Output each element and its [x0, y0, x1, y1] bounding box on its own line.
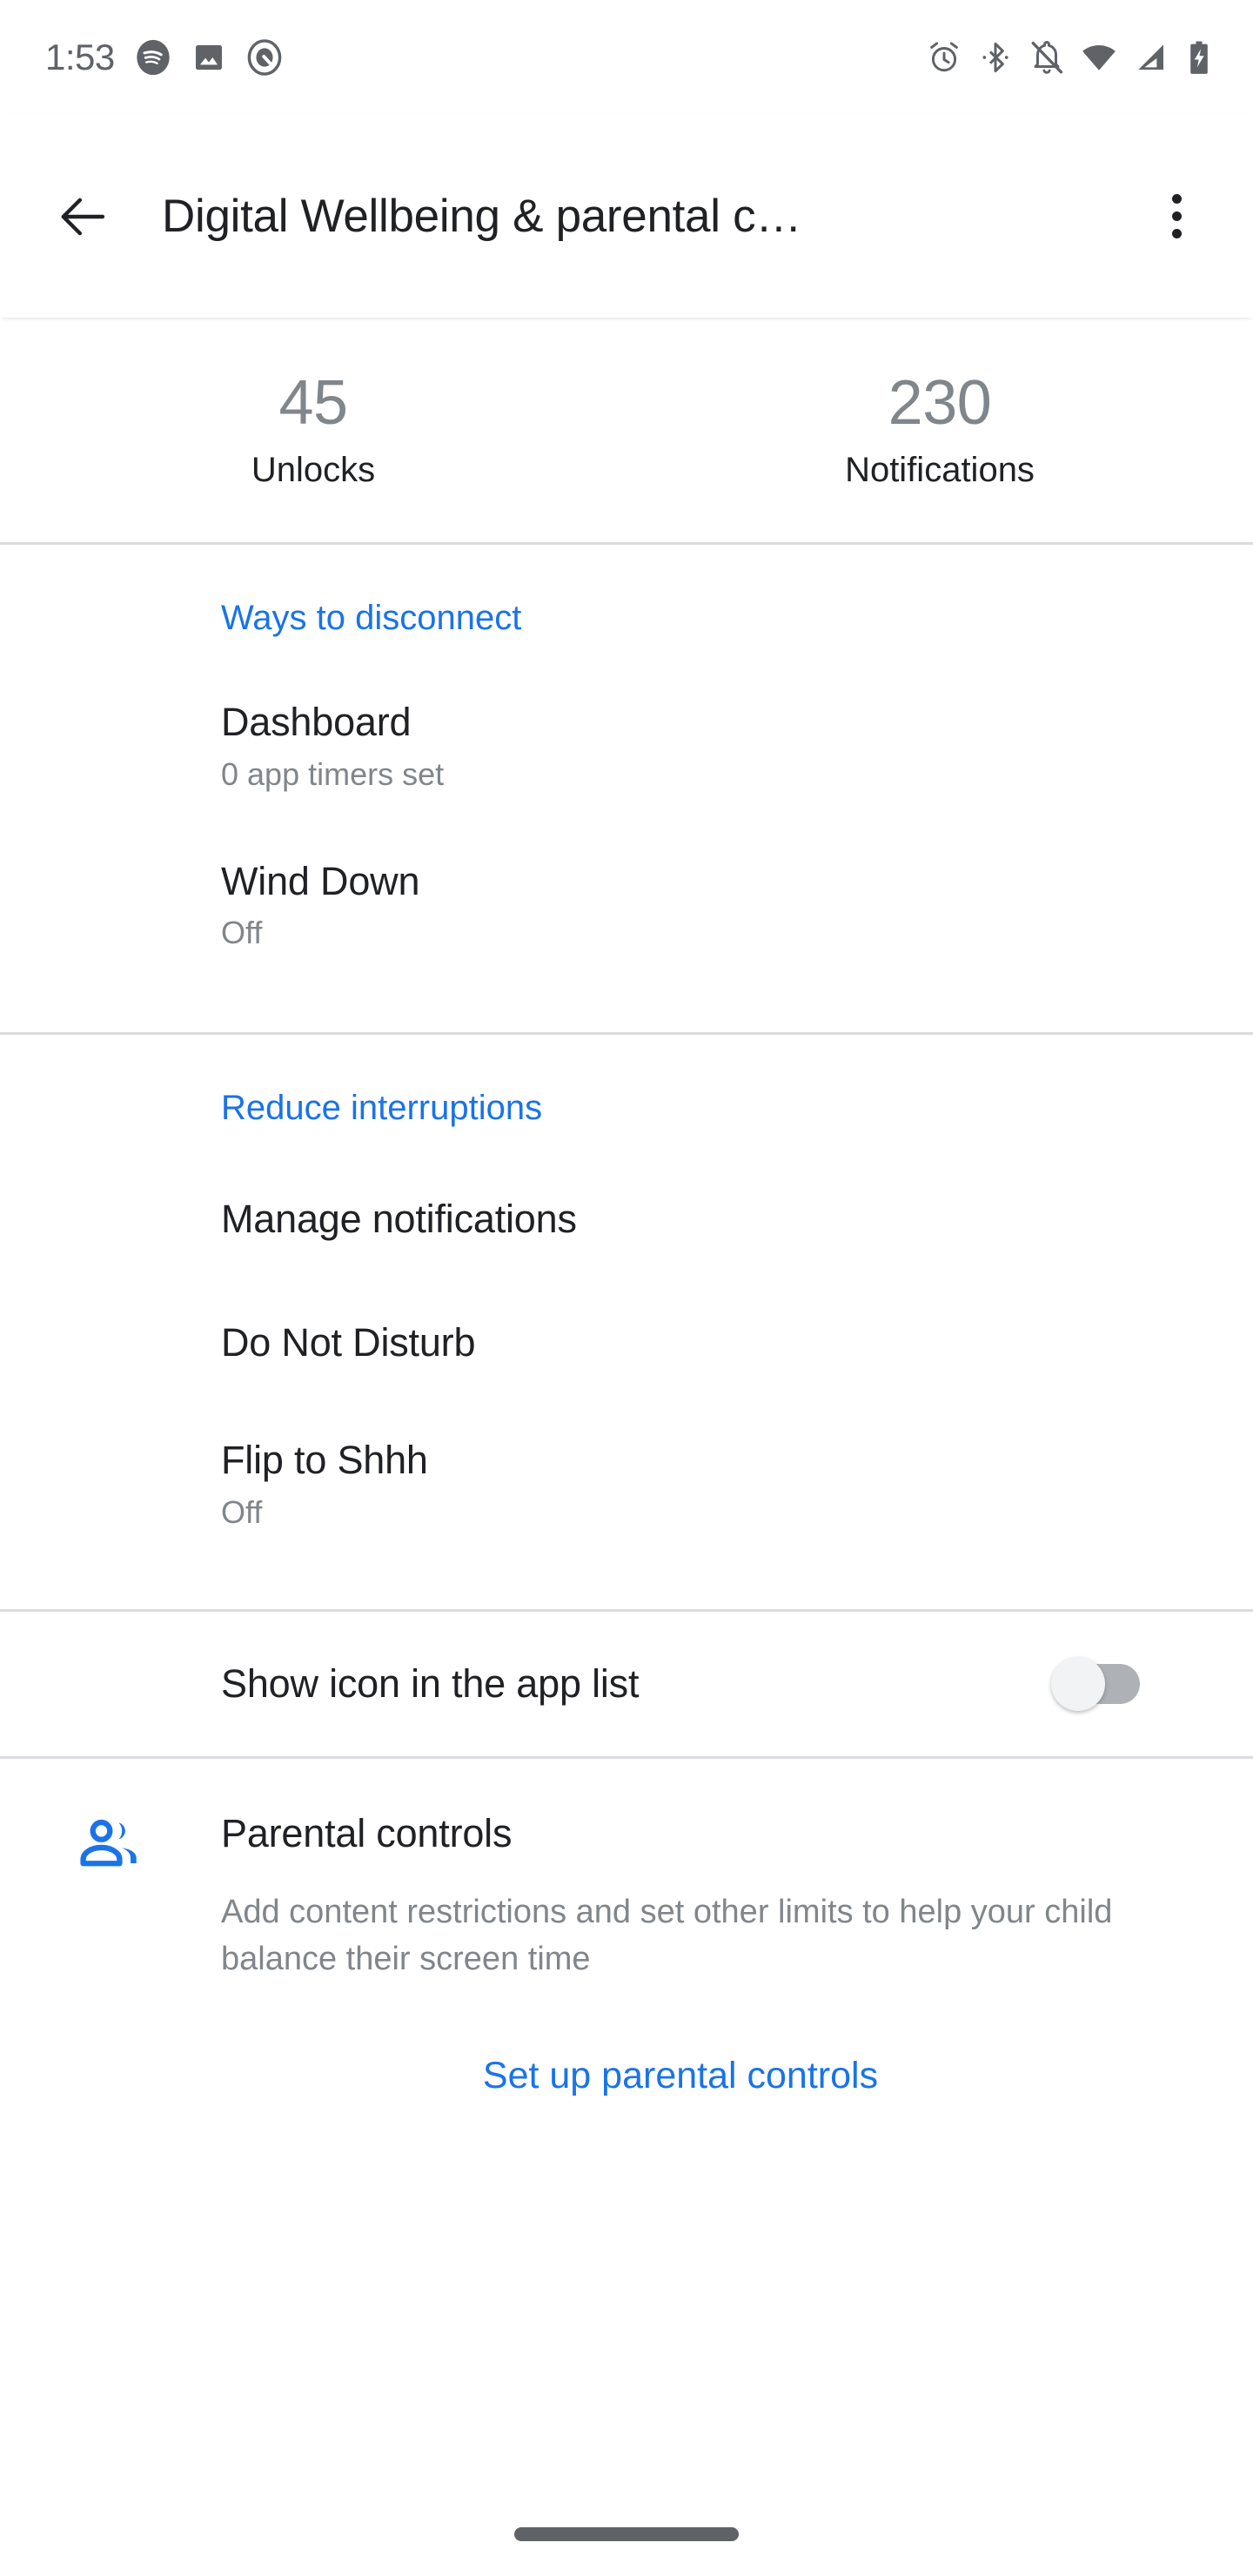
stat-unlocks: 45 Unlocks	[0, 368, 626, 490]
toggle-thumb	[1051, 1657, 1105, 1712]
spotify-icon	[137, 39, 170, 76]
status-bar-right	[926, 39, 1215, 76]
overflow-menu-button[interactable]	[1135, 175, 1218, 258]
cellular-signal-icon	[1138, 44, 1163, 70]
page-title: Digital Wellbeing & parental c…	[162, 191, 802, 242]
overflow-dot	[1171, 229, 1182, 238]
section-header: Reduce interruptions	[221, 1088, 543, 1127]
parental-controls-block: Parental controls Add content restrictio…	[0, 1759, 1253, 2113]
stat-value: 45	[278, 368, 348, 438]
stat-label: Unlocks	[251, 451, 376, 490]
list-item-flip-to-shhh[interactable]: Flip to Shhh Off	[0, 1405, 1253, 1564]
status-bar-left: 1:53	[45, 38, 284, 77]
usage-stats-row: 45 Unlocks 230 Notifications	[0, 318, 1253, 542]
parental-controls-title: Parental controls	[221, 1811, 513, 1856]
gesture-navigation-bar	[0, 2492, 1253, 2576]
parental-controls-description: Add content restrictions and set other l…	[221, 1894, 1113, 1978]
settings-content: 45 Unlocks 230 Notifications Ways to dis…	[0, 318, 1253, 2576]
list-item-title: Manage notifications	[221, 1196, 577, 1241]
alarm-icon	[930, 42, 958, 72]
parental-controls-cta-wrap: Set up parental controls	[221, 1983, 1140, 2113]
bluetooth-icon	[982, 42, 1008, 73]
section-header: Ways to disconnect	[221, 599, 522, 638]
app-toolbar: Digital Wellbeing & parental c…	[0, 115, 1253, 318]
row-show-icon-in-app-list[interactable]: Show icon in the app list	[0, 1612, 1253, 1756]
phone-screen: 1:53 Digital Wellbeing & parental c… 45 …	[0, 0, 1253, 2576]
back-button[interactable]	[42, 175, 125, 258]
status-clock: 1:53	[45, 37, 115, 77]
list-item-title: Do Not Disturb	[221, 1320, 476, 1365]
list-item-dashboard[interactable]: Dashboard 0 app timers set	[0, 667, 1253, 826]
back-arrow-icon	[61, 198, 105, 235]
section-reduce-interruptions: Reduce interruptions Manage notification…	[0, 1035, 1253, 1573]
list-item-title: Dashboard	[221, 700, 412, 745]
show-icon-toggle[interactable]	[1051, 1657, 1140, 1712]
toggle-label: Show icon in the app list	[221, 1661, 640, 1707]
stat-notifications: 230 Notifications	[626, 368, 1253, 490]
battery-charging-icon	[1190, 41, 1208, 74]
home-gesture-pill[interactable]	[514, 2527, 739, 2541]
list-item-title: Wind Down	[221, 858, 420, 903]
photos-image-icon	[195, 44, 222, 70]
notifications-off-icon	[1031, 41, 1063, 74]
wifi-icon	[1082, 45, 1116, 70]
list-item-title: Flip to Shhh	[221, 1438, 428, 1483]
list-item-wind-down[interactable]: Wind Down Off	[0, 827, 1253, 985]
list-item-manage-notifications[interactable]: Manage notifications	[0, 1157, 1253, 1282]
overflow-dot	[1171, 194, 1182, 204]
list-item-subtitle: Off	[221, 915, 263, 951]
people-supervised-icon	[80, 1820, 137, 1867]
status-bar: 1:53	[0, 0, 1253, 115]
android-auto-icon	[247, 39, 282, 76]
overflow-dot	[1171, 211, 1182, 221]
list-item-subtitle: Off	[221, 1494, 263, 1531]
stat-value: 230	[888, 368, 992, 438]
list-item-do-not-disturb[interactable]: Do Not Disturb	[0, 1281, 1253, 1405]
set-up-parental-controls-button[interactable]: Set up parental controls	[452, 2039, 909, 2113]
list-item-subtitle: 0 app timers set	[221, 756, 445, 793]
stat-label: Notifications	[845, 451, 1035, 490]
section-ways-to-disconnect: Ways to disconnect Dashboard 0 app timer…	[0, 545, 1253, 993]
